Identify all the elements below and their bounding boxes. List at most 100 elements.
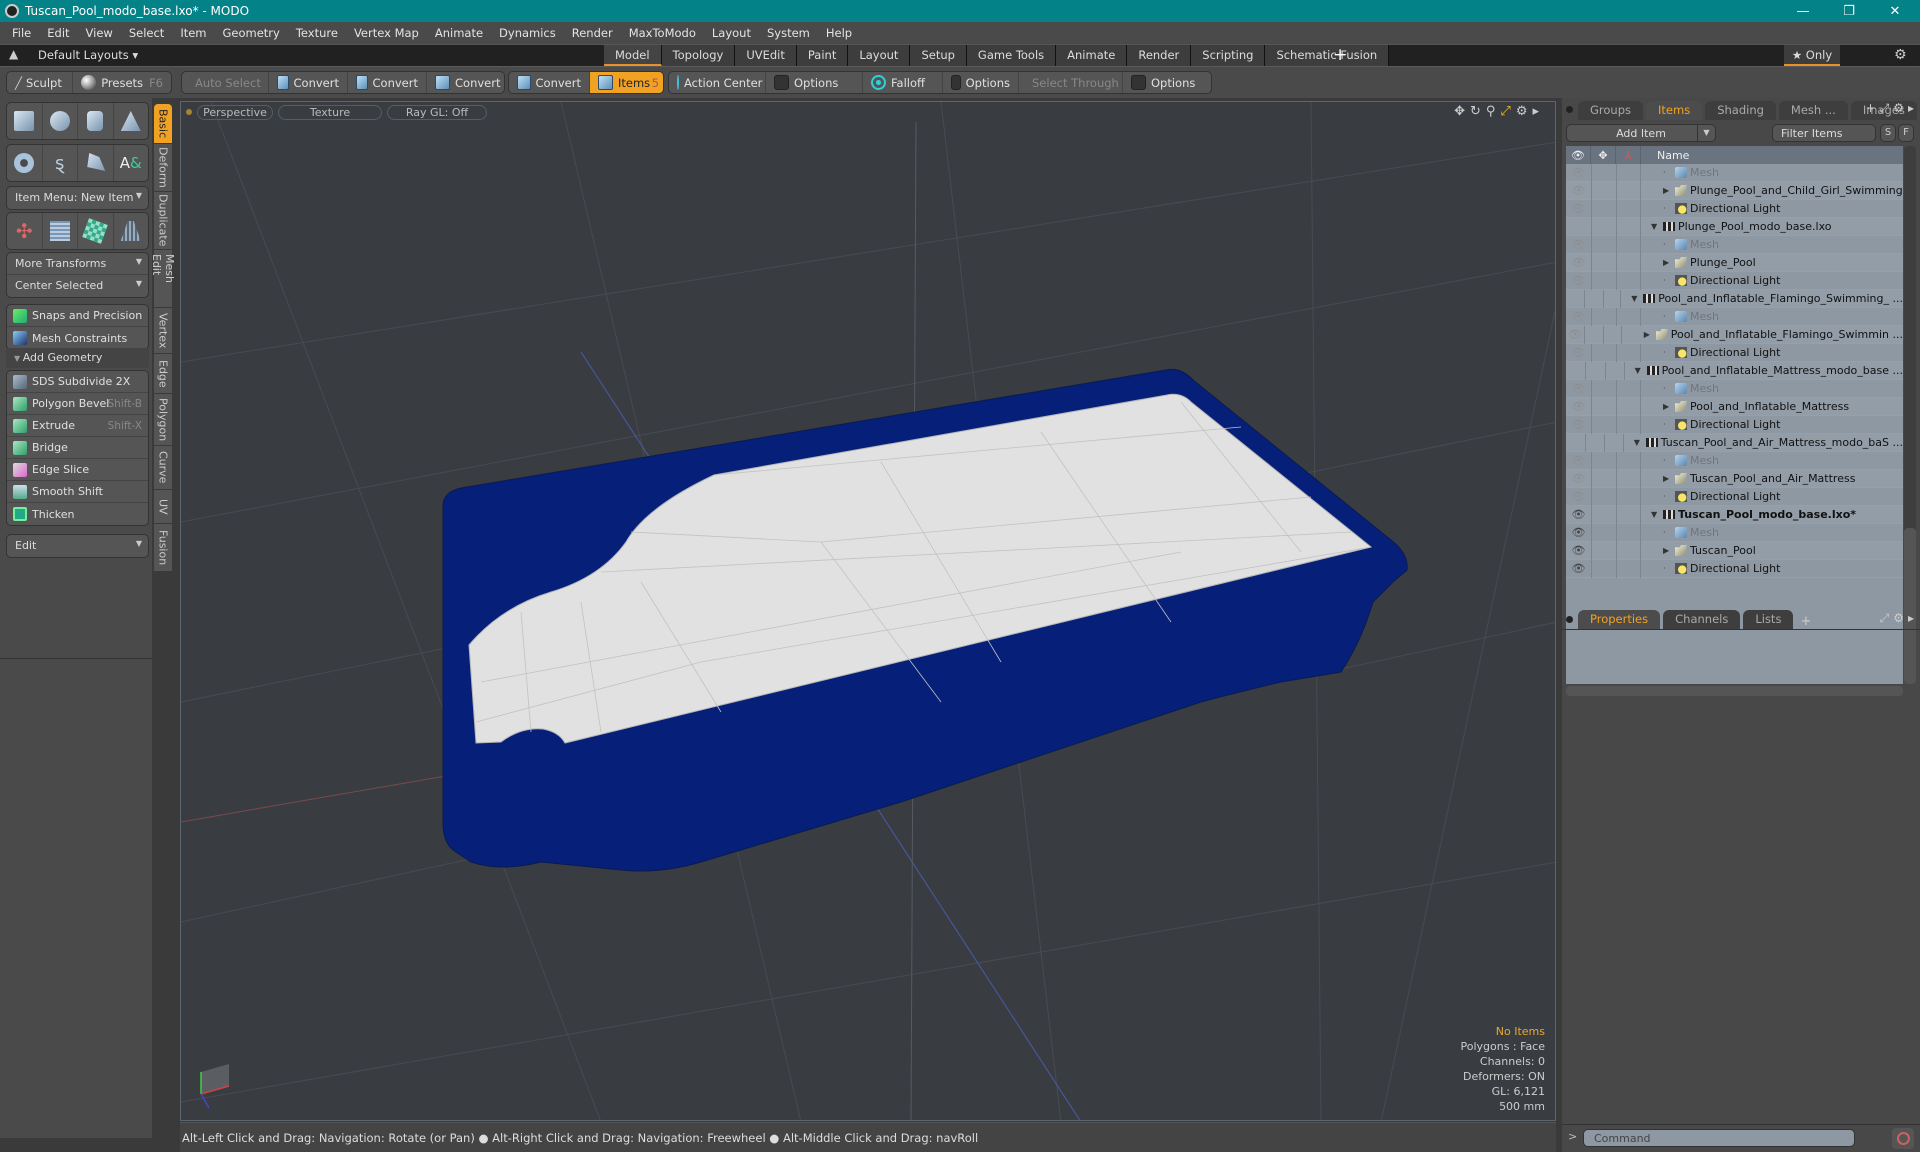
gear-icon[interactable]: ⚙ [1516,104,1528,119]
items-mode-button[interactable]: Items 5 [590,72,663,93]
thicken-button[interactable]: Thicken [7,503,148,525]
axis-cell[interactable] [1616,523,1641,542]
only-favorites-toggle[interactable]: ★ Only [1784,45,1840,66]
lock-cell[interactable] [1591,199,1616,218]
tree-row[interactable]: 👁 · Mesh [1566,163,1903,182]
lock-cell[interactable] [1591,379,1616,398]
menu-geometry[interactable]: Geometry [215,26,288,40]
collapse-up-icon[interactable]: ▲ [9,47,18,61]
axis-cell[interactable] [1602,325,1622,344]
menu-select[interactable]: Select [121,26,172,40]
tree-row[interactable]: 👁 · Directional Light [1566,559,1903,578]
pen-tool-button[interactable] [78,145,114,181]
layout-tab-game-tools[interactable]: Game Tools [966,45,1057,66]
zoom-icon[interactable]: ⚲ [1486,104,1496,119]
expanded-triangle-icon[interactable]: ▼ [1651,222,1663,231]
collapsed-triangle-icon[interactable]: ▶ [1663,546,1675,555]
restore-button[interactable]: ❐ [1826,0,1872,22]
item-menu-dropdown[interactable]: Item Menu: New Item ▼ [7,187,148,209]
polygon-bevel-button[interactable]: Polygon Bevel Shift-B [7,393,148,415]
axis-cell[interactable] [1616,235,1641,254]
lock-cell[interactable] [1591,397,1616,416]
lock-cell[interactable] [1591,235,1616,254]
lock-cell[interactable] [1591,217,1616,236]
move-column-icon[interactable]: ✥ [1591,146,1616,164]
lock-cell[interactable] [1591,541,1616,560]
tree-horizontal-scrollbar[interactable] [1566,686,1903,696]
tab-channels[interactable]: Channels [1663,610,1741,629]
bridge-button[interactable]: Bridge [7,437,148,459]
maximize-icon[interactable]: ⤢ [1880,101,1890,116]
transform-tool-button[interactable]: ✣ [7,213,43,249]
axis-cell[interactable] [1604,361,1625,380]
convert-items-button[interactable]: Convert [509,72,590,93]
side-tab-curve[interactable]: Curve [154,446,172,490]
cube-primitive-button[interactable] [7,103,43,139]
menu-help[interactable]: Help [818,26,860,40]
menu-animate[interactable]: Animate [427,26,491,40]
select-through-button[interactable]: Select Through [1019,72,1123,93]
edge-slice-button[interactable]: Edge Slice [7,459,148,481]
collapsed-triangle-icon[interactable]: ▶ [1663,474,1675,483]
menu-view[interactable]: View [78,26,121,40]
tree-row[interactable]: 👁 · Mesh [1566,523,1903,542]
expanded-triangle-icon[interactable]: ▼ [1651,510,1663,519]
side-tab-fusion[interactable]: Fusion [154,524,172,572]
cylinder-primitive-button[interactable] [78,103,114,139]
tree-row[interactable]: 👁 ▶ Pool_and_Inflatable_Flamingo_Swimmin .… [1566,325,1903,344]
side-tab-polygon[interactable]: Polygon [154,394,172,446]
menu-render[interactable]: Render [564,26,621,40]
lock-cell[interactable] [1591,415,1616,434]
side-tab-deform[interactable]: Deform [154,144,172,192]
tree-row[interactable]: 👁 · Directional Light [1566,415,1903,434]
lock-cell[interactable] [1591,523,1616,542]
pan-icon[interactable]: ✥ [1454,104,1465,119]
lock-cell[interactable] [1591,163,1616,182]
tree-row[interactable]: 👁 · Mesh [1566,451,1903,470]
visibility-eye-icon[interactable]: 👁 [1566,184,1591,197]
auto-select-button[interactable]: Auto Select [182,72,269,93]
expand-arrow-icon[interactable]: ▸ [1908,101,1914,116]
axis-cell[interactable] [1616,487,1641,506]
visibility-eye-icon[interactable]: 👁 [1566,310,1591,323]
collapsed-triangle-icon[interactable]: ▶ [1644,330,1656,339]
menu-system[interactable]: System [759,26,818,40]
rotate-icon[interactable]: ↻ [1470,104,1481,119]
tab-properties[interactable]: Properties [1578,610,1661,629]
gear-icon[interactable]: ⚙ [1894,47,1907,63]
tree-row[interactable]: ▼ Plunge_Pool_modo_base.lxo [1566,217,1903,236]
tree-row[interactable]: ▼ Pool_and_Inflatable_Mattress_modo_base … [1566,361,1903,380]
sphere-primitive-button[interactable] [43,103,78,139]
axis-cell[interactable] [1616,253,1641,272]
tree-row[interactable]: 👁 · Directional Light [1566,271,1903,290]
add-layout-tab-button[interactable]: + [1333,45,1347,65]
visibility-eye-icon[interactable]: 👁 [1566,166,1591,179]
menu-edit[interactable]: Edit [39,26,77,40]
axis-column-icon[interactable]: ⅄ [1616,146,1641,164]
visibility-eye-icon[interactable]: 👁 [1566,238,1591,251]
axis-cell[interactable] [1616,397,1641,416]
menu-dynamics[interactable]: Dynamics [491,26,564,40]
record-macro-button[interactable] [1892,1128,1914,1149]
lock-cell[interactable] [1591,451,1616,470]
torus-primitive-button[interactable] [7,145,43,181]
axis-cell[interactable] [1616,271,1641,290]
select-through-options-button[interactable]: Options [1123,72,1211,93]
axis-cell[interactable] [1616,199,1641,218]
layout-tab-uvedit[interactable]: UVEdit [735,45,797,66]
shading-mode-button[interactable]: Texture [278,104,382,120]
visibility-eye-icon[interactable]: 👁 [1566,328,1584,341]
more-transforms-dropdown[interactable]: More Transforms ▼ [7,253,148,275]
axis-cell[interactable] [1604,433,1624,452]
3d-viewport[interactable]: Perspective Texture Ray GL: Off ✥ ↻ ⚲ ⤢ … [180,101,1556,1121]
layout-tab-setup[interactable]: Setup [910,45,967,66]
gear-icon[interactable]: ⚙ [1893,101,1904,116]
sculpt-button[interactable]: ╱ Sculpt [7,72,74,93]
layout-tab-layout[interactable]: Layout [848,45,911,66]
lock-cell[interactable] [1584,325,1603,344]
falloff-button[interactable]: Falloff [863,72,943,93]
collapsed-triangle-icon[interactable]: ▶ [1663,258,1675,267]
convert-polygons-button[interactable]: Convert [427,72,504,93]
presets-button[interactable]: Presets F6 [73,72,171,93]
menu-file[interactable]: File [4,26,39,40]
